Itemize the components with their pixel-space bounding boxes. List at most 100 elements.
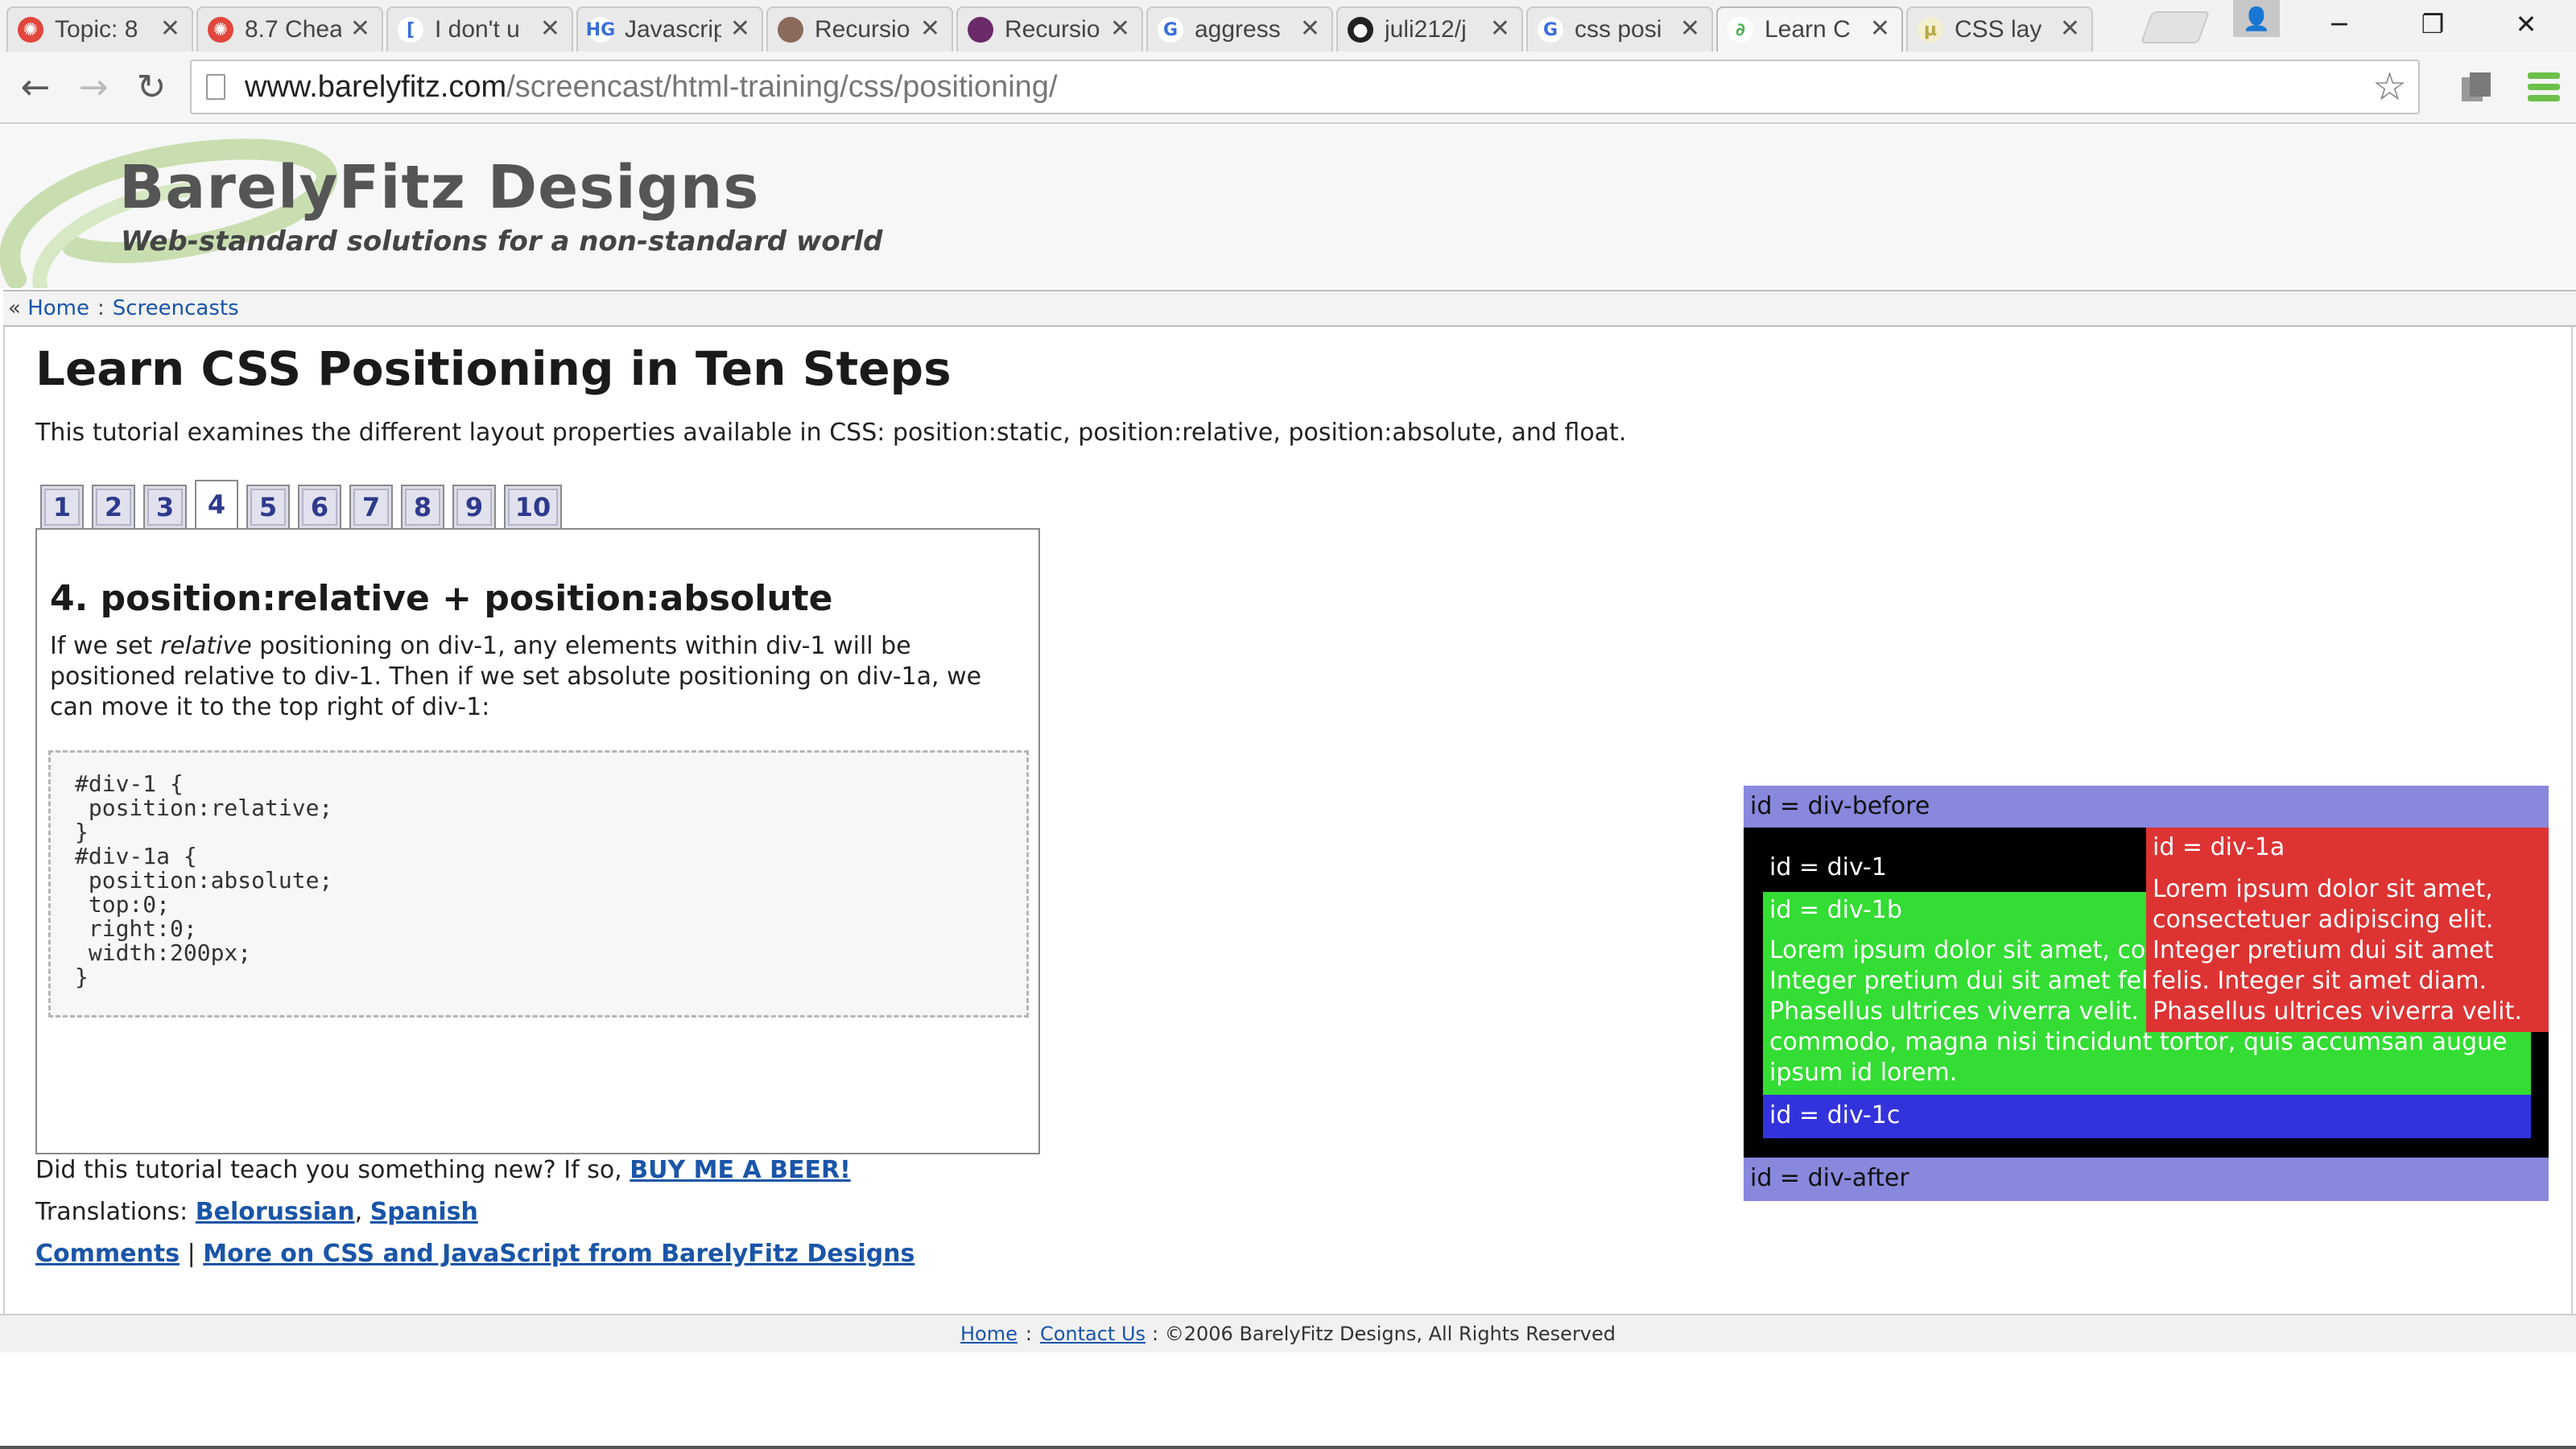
step-description: If we set relative positioning on div-1,… [50,631,1032,723]
forward-arrow-icon: → [78,66,109,108]
breadcrumb-separator: : [97,296,105,320]
tab-close-icon[interactable]: ✕ [1870,14,1890,43]
purple-orb-icon [968,17,993,43]
step-heading: 4. position:relative + position:absolute [50,578,833,619]
browser-tab[interactable]: Gaggress ✕ [1146,6,1333,52]
tab-close-icon[interactable]: ✕ [160,14,180,43]
tab-title: css posi [1575,16,1662,43]
tab-title: Topic: 8 [55,16,138,43]
browser-tab[interactable]: ✺ 8.7 Chea ✕ [196,6,383,52]
window-close-button[interactable]: ✕ [2494,3,2558,45]
tab-close-icon[interactable]: ✕ [920,14,940,43]
beer-line: Did this tutorial teach you something ne… [35,1156,851,1184]
buy-beer-link[interactable]: BUY ME A BEER! [630,1156,850,1184]
tab-title: I don't u [435,16,520,43]
more-links-line: Comments | More on CSS and JavaScript fr… [35,1240,914,1268]
browser-tab[interactable]: Recursio ✕ [956,6,1143,52]
url-text[interactable]: www.barelyfitz.com/screencast/html-train… [245,70,1058,105]
browser-tab[interactable]: ∂ Learn C ✕ [1716,6,1903,52]
site-header: BarelyFitz Designs Web-standard solution… [0,126,2576,288]
div-1a-box: id = div-1a Lorem ipsum dolor sit amet, … [2146,828,2549,1032]
tab-close-icon[interactable]: ✕ [1680,14,1700,43]
belorussian-link[interactable]: Belorussian [196,1198,355,1226]
mu-icon: µ [1918,17,1943,43]
breadcrumb-home-link[interactable]: Home [27,296,89,320]
new-tab-button[interactable] [2140,11,2211,43]
step-tab-3[interactable]: 3 [143,485,187,530]
browser-tab[interactable]: µ CSS lay ✕ [1906,6,2093,52]
minimize-button[interactable]: ─ [2307,3,2372,45]
reload-button[interactable]: ↻ [126,61,177,113]
extension-icon[interactable] [2458,69,2496,106]
tab-close-icon[interactable]: ✕ [350,14,370,43]
gear-red-icon: ✺ [208,17,233,43]
div-before-box: id = div-before [1744,786,2549,828]
browser-tab[interactable]: Gcss posi ✕ [1526,6,1713,52]
browser-tab[interactable]: ● juli212/j ✕ [1336,6,1523,52]
hg-icon: HG [586,17,615,43]
spanish-link[interactable]: Spanish [370,1198,478,1226]
code-block: #div-1 { position:relative; } #div-1a { … [48,750,1029,1018]
restore-button[interactable]: ❐ [2401,3,2465,45]
beer-prefix: Did this tutorial teach you something ne… [35,1156,630,1184]
more-css-link[interactable]: More on CSS and JavaScript from BarelyFi… [203,1240,914,1268]
css-code: #div-1 { position:relative; } #div-1a { … [75,770,333,990]
back-arrow-icon: ← [20,66,51,108]
tab-title: 8.7 Chea [245,16,341,43]
bookmark-star-icon[interactable]: ☆ [2372,64,2407,109]
step-tab-10[interactable]: 10 [504,485,562,530]
step-tabs: 1 2 3 4 5 6 7 8 9 10 [40,480,570,530]
step-tab-7[interactable]: 7 [349,485,393,530]
div-1-label: id = div-1 [1769,853,1887,881]
minimize-icon: ─ [2331,9,2347,39]
step-tab-label: 7 [353,489,389,526]
address-bar[interactable]: www.barelyfitz.com/screencast/html-train… [190,60,2420,114]
copyright-text: : ©2006 BarelyFitz Designs, All Rights R… [1152,1323,1616,1345]
div-1a-label: id = div-1a [2153,833,2285,861]
div-1-box: id = div-1 id = div-1b Lorem ipsum dolor… [1744,828,2549,1158]
profile-icon[interactable]: 👤 [2233,0,2280,37]
site-title[interactable]: BarelyFitz Designs [119,153,759,222]
footer-separator: : [1025,1323,1032,1345]
step-tab-9[interactable]: 9 [452,485,496,530]
url-host: www.barelyfitz.com [245,69,507,104]
tab-title: Javascrip [625,16,721,43]
comments-link[interactable]: Comments [35,1240,180,1268]
tab-close-icon[interactable]: ✕ [540,14,560,43]
swirl-green-icon: ∂ [1728,17,1753,43]
step-tab-1[interactable]: 1 [40,485,84,530]
footer-home-link[interactable]: Home [960,1323,1018,1345]
google-icon: G [1158,17,1183,43]
restore-icon: ❐ [2421,9,2445,39]
web-page: BarelyFitz Designs Web-standard solution… [0,126,2576,1449]
avatar-photo-icon [778,17,803,43]
step-panel: 4. position:relative + position:absolute… [35,528,1040,1154]
tab-close-icon[interactable]: ✕ [2060,14,2080,43]
tab-close-icon[interactable]: ✕ [1490,14,1510,43]
site-tagline: Web-standard solutions for a non-standar… [121,225,883,258]
step-tab-6[interactable]: 6 [298,485,341,530]
tab-close-icon[interactable]: ✕ [1110,14,1130,43]
tab-close-icon[interactable]: ✕ [730,14,750,43]
browser-tab[interactable]: Recursio ✕ [766,6,953,52]
step-tab-5[interactable]: 5 [246,485,290,530]
back-button[interactable]: ← [10,61,61,113]
footer-contact-link[interactable]: Contact Us [1040,1323,1146,1345]
browser-tab-bar: ✺ Topic: 8 ✕ ✺ 8.7 Chea ✕ [I don't u ✕ HG Javascr… [0,0,2576,52]
step-tab-label: 5 [250,489,286,526]
step-tab-2[interactable]: 2 [92,485,135,530]
step-text-part: If we set [50,632,160,660]
tab-title: Recursio [1005,16,1100,43]
gear-red-icon: ✺ [18,17,43,43]
browser-tab[interactable]: ✺ Topic: 8 ✕ [6,6,193,52]
forward-button[interactable]: → [68,61,119,113]
browser-tab[interactable]: HG Javascrip ✕ [576,6,763,52]
breadcrumb-screencasts-link[interactable]: Screencasts [113,296,239,320]
step-tab-4[interactable]: 4 [195,480,238,530]
step-tab-8[interactable]: 8 [401,485,444,530]
tab-close-icon[interactable]: ✕ [1300,14,1320,43]
browser-tab[interactable]: [I don't u ✕ [386,6,573,52]
menu-icon[interactable] [2526,69,2562,105]
step-tab-label: 9 [456,489,492,526]
page-icon [206,74,225,100]
